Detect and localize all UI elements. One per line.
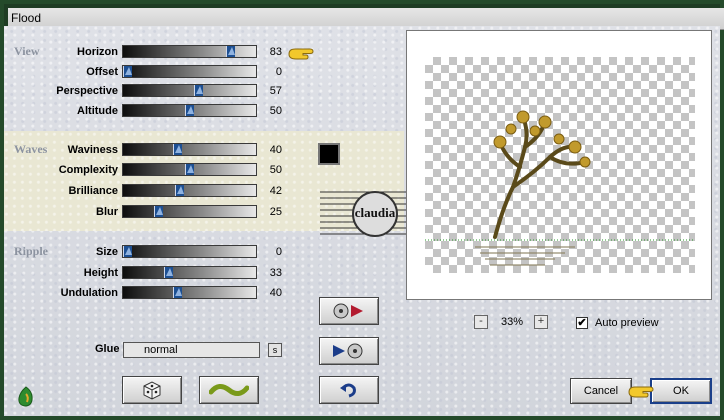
slider-thumb-perspective[interactable] xyxy=(194,85,203,96)
slider-label-altitude: Altitude xyxy=(77,105,118,117)
slider-label-blur: Blur xyxy=(96,206,118,218)
slider-value-complexity[interactable]: 50 xyxy=(262,162,282,178)
slider-thumb-waviness[interactable] xyxy=(173,144,182,155)
slider-label-size: Size xyxy=(95,246,118,258)
slider-perspective[interactable] xyxy=(122,84,257,97)
zoom-level: 33% xyxy=(500,316,524,328)
slider-thumb-blur[interactable] xyxy=(154,206,163,217)
wave-icon xyxy=(208,384,250,396)
reset-button[interactable] xyxy=(319,376,379,404)
slider-value-waviness[interactable]: 40 xyxy=(262,142,282,158)
slider-thumb-size[interactable] xyxy=(123,246,132,257)
slider-label-perspective: Perspective xyxy=(56,85,118,97)
load-preset-button[interactable] xyxy=(319,297,379,325)
slider-label-brilliance: Brilliance xyxy=(68,185,118,197)
slider-thumb-horizon[interactable] xyxy=(226,46,235,57)
save-preset-button[interactable] xyxy=(319,337,379,365)
slider-complexity[interactable] xyxy=(122,163,257,176)
slider-offset[interactable] xyxy=(122,65,257,78)
slider-undulation[interactable] xyxy=(122,286,257,299)
glue-s-button[interactable]: s xyxy=(268,343,282,357)
watermark-text: claudia xyxy=(355,205,396,220)
slider-thumb-undulation[interactable] xyxy=(173,287,182,298)
slider-value-undulation[interactable]: 40 xyxy=(262,285,282,301)
slider-value-size[interactable]: 0 xyxy=(262,244,282,260)
ok-button[interactable]: OK xyxy=(650,378,712,404)
slider-horizon[interactable] xyxy=(122,45,257,58)
slider-thumb-complexity[interactable] xyxy=(185,164,194,175)
slider-value-offset[interactable]: 0 xyxy=(262,64,282,80)
flaming-pear-logo-icon xyxy=(18,386,33,407)
arrow-right-disc-icon xyxy=(333,343,363,359)
slider-value-altitude[interactable]: 50 xyxy=(262,103,282,119)
auto-preview-checkbox[interactable]: ✔ xyxy=(576,317,588,329)
slider-altitude[interactable] xyxy=(122,104,257,117)
slider-label-height: Height xyxy=(83,267,118,279)
slider-thumb-height[interactable] xyxy=(164,267,173,278)
slider-thumb-offset[interactable] xyxy=(123,66,132,77)
slider-label-waviness: Waviness xyxy=(67,144,118,156)
slider-thumb-altitude[interactable] xyxy=(185,105,194,116)
slider-value-blur[interactable]: 25 xyxy=(262,204,282,220)
slider-brilliance[interactable] xyxy=(122,184,257,197)
slider-value-perspective[interactable]: 57 xyxy=(262,83,282,99)
pointing-hand-icon xyxy=(288,48,314,60)
tree-preview-image xyxy=(425,110,695,266)
slider-waviness[interactable] xyxy=(122,143,257,156)
slider-height[interactable] xyxy=(122,266,257,279)
random-button[interactable] xyxy=(122,376,182,404)
slider-size[interactable] xyxy=(122,245,257,258)
preview-area[interactable] xyxy=(406,30,712,300)
slider-label-undulation: Undulation xyxy=(60,287,118,299)
slider-value-horizon[interactable]: 83 xyxy=(262,44,282,60)
cancel-button[interactable]: Cancel xyxy=(570,378,632,404)
window-title: Flood xyxy=(11,11,42,25)
pointing-hand-icon xyxy=(628,386,654,398)
slider-label-complexity: Complexity xyxy=(58,164,118,176)
slider-value-brilliance[interactable]: 42 xyxy=(262,183,282,199)
slider-label-horizon: Horizon xyxy=(77,46,118,58)
slider-blur[interactable] xyxy=(122,205,257,218)
auto-preview-label: Auto preview xyxy=(595,317,659,329)
glue-select[interactable]: normal xyxy=(123,342,260,358)
zoom-out-button[interactable]: - xyxy=(474,315,488,329)
slider-thumb-brilliance[interactable] xyxy=(175,185,184,196)
glue-label: Glue xyxy=(95,343,120,355)
slider-value-height[interactable]: 33 xyxy=(262,265,282,281)
undo-arrow-icon xyxy=(340,383,356,398)
color-swatch[interactable] xyxy=(318,143,340,165)
slider-label-offset: Offset xyxy=(86,66,118,78)
wave-button[interactable] xyxy=(199,376,259,404)
dice-icon xyxy=(143,381,161,400)
zoom-in-button[interactable]: + xyxy=(534,315,548,329)
disc-arrow-right-icon xyxy=(333,303,363,319)
